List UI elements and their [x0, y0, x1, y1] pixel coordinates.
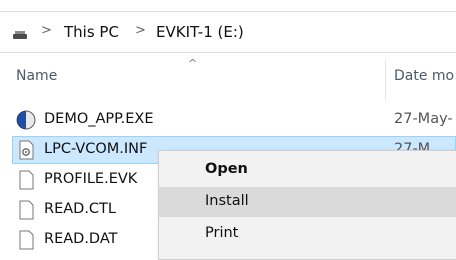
address-bar[interactable]: > This PC > EVKIT-1 (E:) [0, 11, 456, 53]
file-name: READ.DAT [44, 231, 118, 247]
column-date-modified[interactable]: Date mo [394, 68, 454, 84]
file-row[interactable]: DEMO_APP.EXE 27-May- [0, 106, 456, 134]
file-name: DEMO_APP.EXE [44, 111, 154, 127]
file-name: READ.CTL [44, 201, 116, 217]
context-menu: Open Install Print [158, 150, 456, 260]
column-divider[interactable] [385, 60, 386, 100]
menu-item-label: Open [205, 161, 248, 177]
breadcrumb-separator: > [41, 23, 52, 38]
file-name: LPC-VCOM.INF [44, 141, 148, 157]
menu-item-print[interactable]: Print [159, 219, 456, 249]
breadcrumb-separator: > [135, 23, 146, 38]
column-header: ^ Name Date mo [0, 57, 456, 100]
drive-icon [13, 31, 27, 39]
document-icon [19, 230, 34, 250]
file-date: 27-May- [394, 111, 453, 127]
column-name[interactable]: Name [16, 68, 57, 84]
breadcrumb-this-pc[interactable]: This PC [64, 23, 119, 41]
menu-item-label: Print [205, 225, 239, 241]
app-icon [16, 110, 36, 130]
document-icon [19, 170, 34, 190]
menu-item-open[interactable]: Open [159, 155, 456, 185]
document-icon [19, 200, 34, 220]
breadcrumb-drive[interactable]: EVKIT-1 (E:) [156, 23, 244, 41]
menu-item-install[interactable]: Install [159, 187, 456, 217]
sort-ascending-icon: ^ [188, 57, 198, 70]
settings-file-icon [19, 140, 34, 160]
file-name: PROFILE.EVK [44, 171, 138, 187]
menu-item-label: Install [205, 193, 249, 209]
